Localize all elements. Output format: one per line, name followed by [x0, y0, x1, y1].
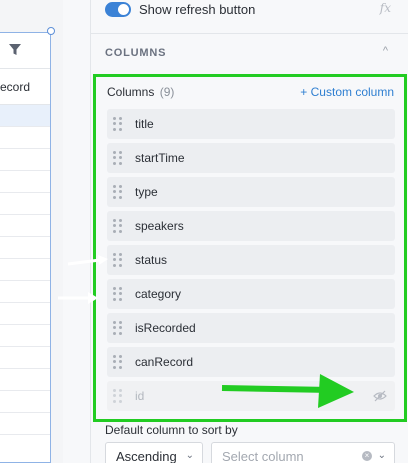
table-row[interactable]	[0, 149, 50, 171]
filter-icon[interactable]	[9, 44, 21, 56]
sort-column-select[interactable]: Select column × ⌄	[211, 442, 395, 463]
table-row[interactable]	[0, 105, 50, 127]
column-item-label: category	[135, 287, 182, 301]
column-item-label: id	[135, 389, 145, 403]
columns-label: Columns	[107, 85, 155, 99]
columns-count: (9)	[159, 85, 175, 99]
table-row[interactable]	[0, 369, 50, 391]
column-item[interactable]: category	[107, 279, 395, 309]
column-item[interactable]: title	[107, 109, 395, 139]
table-preview-area: ecord	[0, 0, 63, 463]
sort-direction-select[interactable]: Ascending ⌄	[105, 442, 203, 463]
table-row[interactable]	[0, 391, 50, 413]
drag-handle-icon[interactable]	[113, 389, 123, 403]
table-component[interactable]: ecord	[0, 32, 51, 463]
table-row[interactable]	[0, 215, 50, 237]
column-item-label: canRecord	[135, 355, 194, 369]
table-row[interactable]	[0, 281, 50, 303]
table-row[interactable]	[0, 325, 50, 347]
column-item-label: status	[135, 253, 168, 267]
drag-handle-icon[interactable]	[113, 355, 123, 369]
column-item-label: startTime	[135, 151, 185, 165]
sort-label: Default column to sort by	[105, 423, 238, 437]
add-custom-column-button[interactable]: + Custom column	[300, 85, 394, 99]
table-row[interactable]	[0, 413, 50, 435]
sort-direction-value: Ascending	[116, 449, 177, 463]
table-row[interactable]	[0, 237, 50, 259]
column-item[interactable]: status	[107, 245, 395, 275]
collapse-chevron-icon[interactable]: ^	[383, 45, 388, 57]
table-row[interactable]	[0, 303, 50, 325]
show-refresh-toggle-row: Show refresh button fx	[105, 0, 395, 18]
column-item-label: isRecorded	[135, 321, 196, 335]
column-item[interactable]: speakers	[107, 211, 395, 241]
drag-handle-icon[interactable]	[113, 117, 123, 131]
section-title: COLUMNS	[105, 47, 167, 59]
column-item-label: speakers	[135, 219, 184, 233]
column-item[interactable]: type	[107, 177, 395, 207]
annotation-arrow-category	[58, 292, 98, 304]
annotation-arrow-green	[221, 374, 354, 408]
table-column-header[interactable]: ecord	[0, 69, 50, 105]
drag-handle-icon[interactable]	[113, 287, 123, 301]
show-refresh-label: Show refresh button	[139, 1, 256, 17]
section-divider	[91, 33, 408, 34]
table-row[interactable]	[0, 127, 50, 149]
resize-handle[interactable]	[47, 27, 55, 35]
annotation-arrow-status	[67, 255, 108, 266]
table-row[interactable]	[0, 171, 50, 193]
columns-heading: Columns (9)	[107, 85, 174, 99]
drag-handle-icon[interactable]	[113, 321, 123, 335]
table-row[interactable]	[0, 193, 50, 215]
show-refresh-toggle[interactable]	[105, 1, 131, 17]
column-item[interactable]: startTime	[107, 143, 395, 173]
eye-off-icon[interactable]	[373, 389, 387, 403]
clear-icon[interactable]: ×	[362, 451, 372, 461]
fx-icon[interactable]: fx	[380, 1, 391, 15]
drag-handle-icon[interactable]	[113, 151, 123, 165]
drag-handle-icon[interactable]	[113, 219, 123, 233]
table-toolbar	[0, 33, 50, 69]
sort-column-placeholder: Select column	[222, 449, 304, 463]
column-item-label: type	[135, 185, 158, 199]
chevron-down-icon: ⌄	[377, 450, 386, 461]
column-item[interactable]: isRecorded	[107, 313, 395, 343]
drag-handle-icon[interactable]	[113, 185, 123, 199]
chevron-down-icon: ⌄	[185, 450, 194, 461]
table-row[interactable]	[0, 347, 50, 369]
table-row[interactable]	[0, 259, 50, 281]
column-item-label: title	[135, 117, 154, 131]
drag-handle-icon[interactable]	[113, 253, 123, 267]
